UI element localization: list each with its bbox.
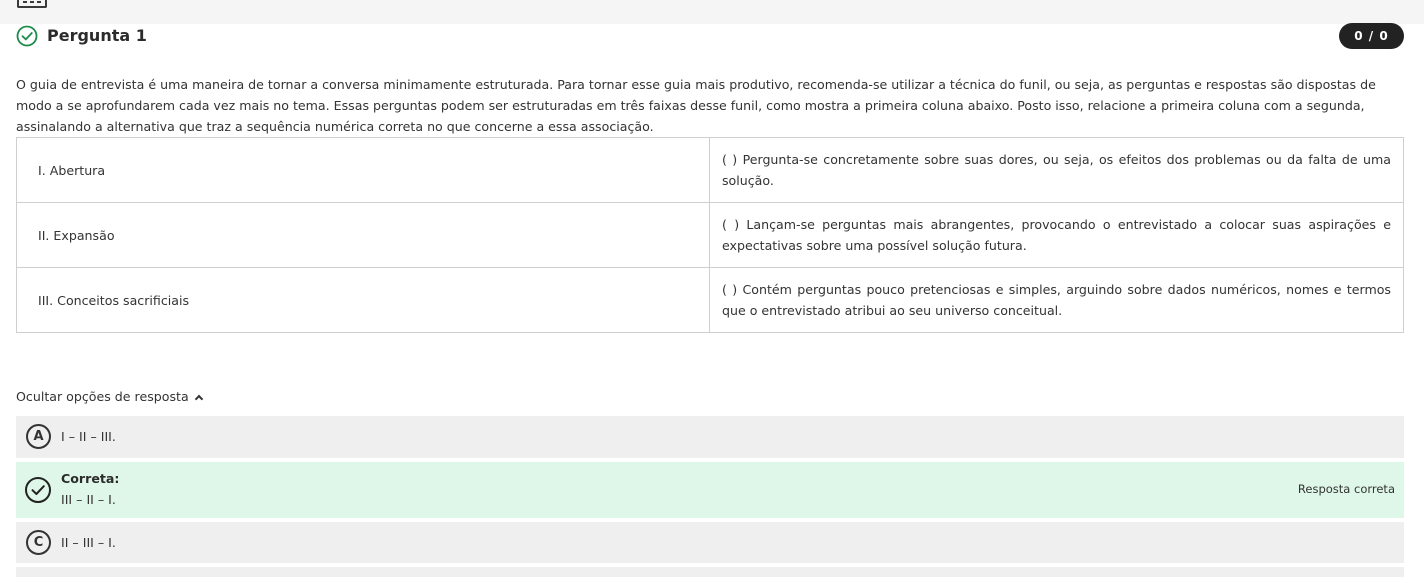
table-cell-left: II. Expansão xyxy=(16,202,710,268)
table-cell-left: III. Conceitos sacrificiais xyxy=(16,267,710,333)
table-row: I. Abertura ( ) Pergunta-se concretament… xyxy=(16,137,1404,203)
option-text-b: III – II – I. xyxy=(61,492,116,507)
option-letter-a: A xyxy=(26,424,51,449)
association-table: I. Abertura ( ) Pergunta-se concretament… xyxy=(16,137,1404,333)
table-row: III. Conceitos sacrificiais ( ) Contém p… xyxy=(16,267,1404,333)
answer-option-a[interactable]: A I – II – III. xyxy=(16,416,1404,458)
calendar-icon xyxy=(17,0,47,8)
top-bar xyxy=(0,0,1424,24)
question-header: Pergunta 1 0 / 0 xyxy=(16,23,1404,49)
correct-label: Correta: xyxy=(61,471,120,486)
correct-answer-tag: Resposta correta xyxy=(1297,482,1395,496)
answer-option-d[interactable] xyxy=(16,567,1404,577)
toggle-answer-options[interactable]: Ocultar opções de resposta xyxy=(16,389,203,404)
answer-option-c[interactable]: C II – III – I. xyxy=(16,522,1404,563)
table-cell-left: I. Abertura xyxy=(16,137,710,203)
toggle-label: Ocultar opções de resposta xyxy=(16,389,189,404)
option-text-c: II – III – I. xyxy=(61,535,116,550)
answer-option-b-correct[interactable]: Correta: III – II – I. Resposta correta xyxy=(16,462,1404,518)
question-title: Pergunta 1 xyxy=(47,26,147,45)
check-circle-icon xyxy=(25,477,51,503)
option-text-a: I – II – III. xyxy=(61,429,116,444)
check-circle-icon xyxy=(16,25,38,47)
table-cell-right: ( ) Pergunta-se concretamente sobre suas… xyxy=(709,137,1404,203)
option-letter-c: C xyxy=(26,530,51,555)
table-cell-right: ( ) Lançam-se perguntas mais abrangentes… xyxy=(709,202,1404,268)
table-row: II. Expansão ( ) Lançam-se perguntas mai… xyxy=(16,202,1404,268)
table-cell-right: ( ) Contém perguntas pouco pretenciosas … xyxy=(709,267,1404,333)
question-statement: O guia de entrevista é uma maneira de to… xyxy=(16,77,1376,134)
chevron-up-icon xyxy=(194,394,203,404)
score-badge: 0 / 0 xyxy=(1339,23,1404,49)
